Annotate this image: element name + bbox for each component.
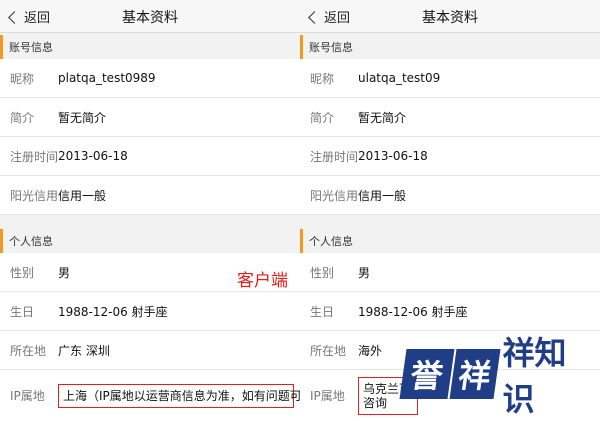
row-label: 昵称: [310, 71, 335, 86]
watermark-badge: 祥: [449, 349, 501, 399]
client-annotation: 客户端: [237, 271, 288, 291]
register-time-row: 注册时间 2013-06-18: [0, 137, 300, 176]
page-title: 基本资料: [122, 10, 178, 26]
personal-section-header: 个人信息: [300, 229, 600, 253]
row-label: IP属地: [10, 389, 45, 403]
personal-section-header: 个人信息: [0, 229, 300, 253]
ip-location-row: IP属地 上海（IP属地以运营商信息为准，如有问题可咨询客服: [0, 370, 300, 421]
row-label: 性别: [310, 265, 335, 280]
row-value: platqa_test0989: [58, 71, 156, 85]
row-value: 1988-12-06 射手座: [58, 304, 168, 319]
row-value: ulatqa_test09: [358, 71, 441, 85]
row-label: 所在地: [310, 343, 347, 358]
section-gap: [300, 215, 600, 227]
watermark-logo: 誉 祥 祥知识: [399, 334, 598, 418]
bio-row[interactable]: 简介 暂无简介: [0, 98, 300, 137]
watermark-text: 祥知识: [502, 334, 567, 418]
location-row[interactable]: 所在地 广东 深圳: [0, 331, 300, 370]
watermark-badge: 誉: [399, 349, 455, 399]
row-label: 阳光信用: [310, 188, 359, 203]
nickname-row[interactable]: 昵称 platqa_test0989: [0, 59, 300, 98]
credit-row[interactable]: 阳光信用 信用一般: [300, 176, 600, 215]
row-label: 简介: [310, 110, 335, 125]
register-time-row: 注册时间 2013-06-18: [300, 137, 600, 176]
row-label: 简介: [10, 110, 35, 125]
row-value: 1988-12-06 射手座: [358, 304, 468, 319]
row-value: 2013-06-18: [58, 149, 128, 163]
nickname-row[interactable]: 昵称 ulatqa_test09: [300, 59, 600, 98]
row-label: 生日: [10, 304, 35, 319]
row-label: 阳光信用: [10, 188, 59, 203]
ip-location-highlight: 上海（IP属地以运营商信息为准，如有问题可咨询客服: [58, 383, 300, 408]
account-section-header: 账号信息: [0, 35, 300, 59]
row-value: 广东 深圳: [58, 343, 110, 358]
row-value: 海外: [358, 343, 383, 358]
row-value: 信用一般: [58, 188, 107, 203]
section-gap: [0, 215, 300, 227]
row-label: 生日: [310, 304, 335, 319]
nav-bar: 返回 基本资料: [300, 0, 600, 33]
bio-row[interactable]: 简介 暂无简介: [300, 98, 600, 137]
account-section-header: 账号信息: [300, 35, 600, 59]
row-label: 注册时间: [310, 149, 359, 164]
row-value: 男: [358, 265, 371, 280]
page-title: 基本资料: [422, 10, 478, 26]
row-label: 昵称: [10, 71, 35, 86]
row-label: 所在地: [10, 343, 47, 358]
row-value: 信用一般: [358, 188, 407, 203]
row-label: IP属地: [310, 389, 345, 403]
row-value: 男: [58, 265, 71, 280]
birthday-row[interactable]: 生日 1988-12-06 射手座: [0, 292, 300, 331]
row-label: 注册时间: [10, 149, 59, 164]
left-profile-panel: 返回 基本资料 账号信息 昵称 platqa_test0989 简介 暂无简介 …: [0, 0, 300, 421]
row-value: 暂无简介: [358, 110, 407, 125]
gender-row[interactable]: 性别 男: [300, 253, 600, 292]
nav-bar: 返回 基本资料: [0, 0, 300, 33]
row-value: 暂无简介: [58, 110, 107, 125]
row-label: 性别: [10, 265, 35, 280]
birthday-row[interactable]: 生日 1988-12-06 射手座: [300, 292, 600, 331]
credit-row[interactable]: 阳光信用 信用一般: [0, 176, 300, 215]
row-value: 2013-06-18: [358, 149, 428, 163]
